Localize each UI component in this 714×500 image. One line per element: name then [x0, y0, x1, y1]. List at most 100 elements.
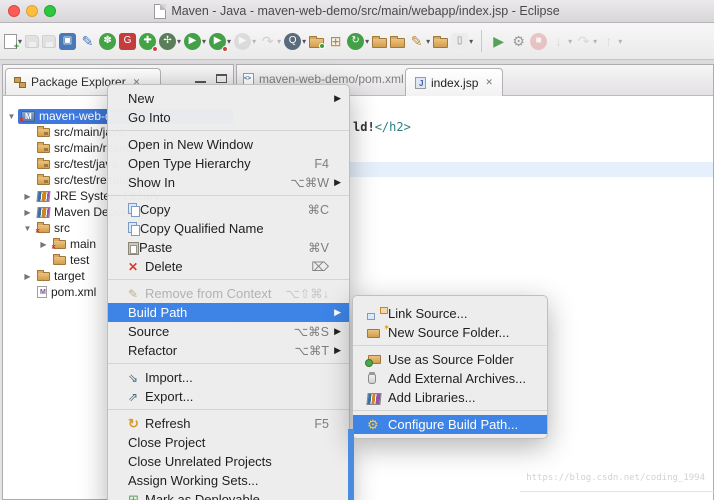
spring-boot-button[interactable]: ✽ [99, 33, 116, 50]
dropdown-caret-icon[interactable]: ▾ [202, 37, 206, 46]
menu-item-label: Link Source... [388, 306, 468, 321]
context-menu-item-export[interactable]: Export... [108, 387, 349, 406]
menu-item-shortcut: F4 [314, 157, 329, 171]
menu-item-shortcut: ⌦ [311, 259, 329, 274]
dropdown-caret-icon[interactable]: ▾ [277, 37, 281, 46]
context-menu-item-build-path[interactable]: Build Path▶ [108, 303, 349, 322]
step-over-button[interactable]: ↷▾ [575, 33, 597, 50]
save-all-button[interactable] [42, 35, 56, 48]
maximize-view-icon[interactable] [216, 74, 227, 83]
context-menu-item-refactor[interactable]: Refactor⌥⌘T▶ [108, 341, 349, 360]
minimize-view-icon[interactable] [195, 74, 206, 83]
skip-breakpoints-button[interactable]: ↷▾ [259, 33, 281, 50]
context-menu-item-remove-from-context[interactable]: Remove from Context⌥⇧⌘↓ [108, 284, 349, 303]
chevron-down-icon[interactable]: ▼ [5, 112, 18, 121]
mark-occurrences-button[interactable]: ✎▾ [408, 33, 430, 50]
dropdown-caret-icon[interactable]: ▾ [568, 37, 572, 46]
menu-item-label: Refactor [128, 343, 177, 358]
context-menu-item-close-project[interactable]: Close Project [108, 433, 349, 452]
new-web-package-button[interactable]: ⊞ [327, 33, 344, 50]
external-tools-button[interactable]: Q▾ [284, 33, 306, 50]
resume-button[interactable]: ▶ [490, 33, 507, 50]
context-menu-item-delete[interactable]: Delete ⌦ [108, 257, 349, 276]
build-path-submenu-item-add-libraries[interactable]: Add Libraries... [353, 388, 547, 407]
step-into-button[interactable]: ↓▾ [550, 33, 572, 50]
context-menu-item-go-into[interactable]: Go Into [108, 108, 349, 127]
context-menu-item-show-in[interactable]: Show In⌥⌘W▶ [108, 173, 349, 192]
dropdown-caret-icon[interactable]: ▾ [593, 37, 597, 46]
maven-update-icon: ↻ [347, 33, 364, 50]
open-file-button[interactable] [390, 35, 405, 48]
build-path-submenu-item-link-source[interactable]: Link Source... [353, 304, 547, 323]
chevron-right-icon[interactable]: ▶ [21, 192, 34, 201]
debug-button[interactable]: ✢▾ [159, 33, 181, 50]
new-wizard-button[interactable]: ▾ [4, 34, 22, 49]
import-icon [128, 371, 145, 385]
chevron-right-icon[interactable]: ▶ [21, 208, 34, 217]
context-menu-item-open-in-new-window[interactable]: Open in New Window [108, 135, 349, 154]
context-menu-item-import[interactable]: Import... [108, 368, 349, 387]
context-menu-separator [108, 409, 349, 410]
save-button[interactable] [25, 35, 39, 48]
menu-item-label: Close Unrelated Projects [128, 454, 272, 469]
console-button[interactable]: ▣ [59, 33, 76, 50]
library-icon [367, 392, 388, 404]
new-java-package-button[interactable] [309, 35, 324, 48]
menu-item-label: Delete [145, 259, 183, 274]
tab-index-jsp[interactable]: index.jsp ✕ [405, 68, 503, 96]
maven-update-button[interactable]: ↻▾ [347, 33, 369, 50]
build-path-submenu-item-use-as-source-folder[interactable]: Use as Source Folder [353, 350, 547, 369]
run-button[interactable]: ▶▾ [184, 33, 206, 50]
export-icon [128, 390, 145, 404]
menu-item-label: Assign Working Sets... [128, 473, 259, 488]
open-resource-icon [372, 38, 387, 48]
testng-button[interactable]: ✚ [139, 33, 156, 50]
code-closing-tag: </h2> [375, 120, 411, 134]
context-menu-item-source[interactable]: Source⌥⌘S▶ [108, 322, 349, 341]
spring-boot-icon: ✽ [99, 33, 116, 50]
folder-x-icon [53, 240, 66, 249]
library-icon [36, 207, 50, 218]
chevron-right-icon[interactable]: ▶ [21, 272, 34, 281]
grails-button[interactable]: G [119, 33, 136, 50]
chevron-right-icon[interactable]: ▶ [37, 240, 50, 249]
context-menu-item-copy-qualified-name[interactable]: Copy Qualified Name [108, 219, 349, 238]
new-wizard-icon [4, 34, 17, 49]
chevron-down-icon[interactable]: ▼ [21, 224, 34, 233]
context-menu-item-new[interactable]: New▶ [108, 89, 349, 108]
profile-button[interactable]: ▶▾ [234, 33, 256, 50]
server-button[interactable]: ▯▾ [451, 33, 473, 50]
context-menu-item-open-type-hierarchy[interactable]: Open Type HierarchyF4 [108, 154, 349, 173]
context-menu-item-refresh[interactable]: RefreshF5 [108, 414, 349, 433]
context-menu-item-copy[interactable]: Copy⌘C [108, 200, 349, 219]
step-return-button[interactable]: ↑▾ [600, 33, 622, 50]
context-menu-item-close-unrelated-projects[interactable]: Close Unrelated Projects [108, 452, 349, 471]
dropdown-caret-icon[interactable]: ▾ [252, 37, 256, 46]
jar-icon [367, 372, 388, 385]
dropdown-caret-icon[interactable]: ▾ [177, 37, 181, 46]
dropdown-caret-icon[interactable]: ▾ [227, 37, 231, 46]
close-tab-icon[interactable]: ✕ [485, 77, 493, 88]
build-path-submenu-item-add-external-archives[interactable]: Add External Archives... [353, 369, 547, 388]
context-menu-item-paste[interactable]: Paste⌘V [108, 238, 349, 257]
inspect-button[interactable]: ✎ [79, 33, 96, 50]
context-menu-item-assign-working-sets[interactable]: Assign Working Sets... [108, 471, 349, 490]
run-config-icon: ▶ [209, 33, 226, 50]
web-browser-button[interactable] [433, 35, 448, 48]
open-resource-button[interactable] [372, 35, 387, 48]
build-path-submenu-item-configure-build-path[interactable]: Configure Build Path... [353, 415, 547, 434]
dropdown-caret-icon[interactable]: ▾ [302, 37, 306, 46]
menu-item-label: Build Path [128, 305, 187, 320]
run-config-button[interactable]: ▶▾ [209, 33, 231, 50]
dropdown-caret-icon[interactable]: ▾ [426, 37, 430, 46]
maven-file-icon [37, 286, 47, 298]
dropdown-caret-icon[interactable]: ▾ [618, 37, 622, 46]
menu-item-label: Copy Qualified Name [140, 221, 264, 236]
dropdown-caret-icon[interactable]: ▾ [469, 37, 473, 46]
terminate-button[interactable]: ■ [530, 33, 547, 50]
context-menu-item-mark-as-deployable[interactable]: Mark as Deployable [108, 490, 349, 500]
build-all-button[interactable]: ⚙ [510, 33, 527, 50]
dropdown-caret-icon[interactable]: ▾ [365, 37, 369, 46]
build-path-submenu-item-new-source-folder[interactable]: New Source Folder... [353, 323, 547, 342]
menu-item-label: Source [128, 324, 169, 339]
